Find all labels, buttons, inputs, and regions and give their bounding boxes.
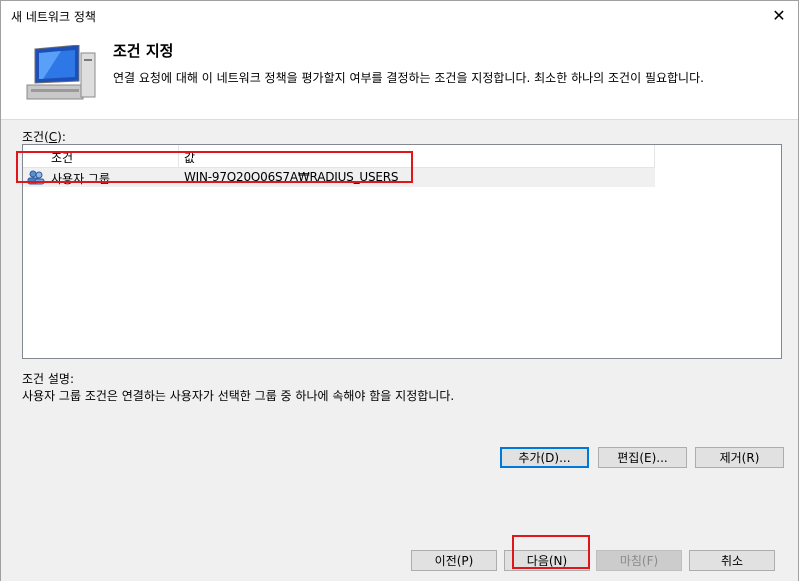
remove-button[interactable]: 제거(R)	[695, 447, 784, 468]
next-button[interactable]: 다음(N)	[504, 550, 590, 571]
close-icon[interactable]: ✕	[768, 5, 790, 27]
wizard-body: 조건(C): 조건 값 사용자 그룹 WIN-97Q20Q06S7A₩RADIU…	[1, 119, 798, 581]
finish-button: 마침(F)	[596, 550, 682, 571]
previous-button[interactable]: 이전(P)	[411, 550, 497, 571]
column-divider[interactable]	[654, 145, 655, 167]
column-divider[interactable]	[178, 145, 179, 167]
cancel-button[interactable]: 취소	[689, 550, 775, 571]
user-group-icon	[27, 170, 45, 185]
new-network-policy-dialog: 새 네트워크 정책 ✕ 조건 지정 연결 요청에 대해 이 네트워크 정책을 평…	[0, 0, 799, 581]
wizard-header: 조건 지정 연결 요청에 대해 이 네트워크 정책을 평가할지 여부를 결정하는…	[1, 31, 798, 119]
window-title: 새 네트워크 정책	[11, 10, 96, 24]
column-header-value[interactable]: 값	[184, 149, 195, 166]
conditions-list[interactable]: 조건 값 사용자 그룹 WIN-97Q20Q06S7A₩RADIUS_USERS	[22, 144, 782, 359]
network-policy-computer-icon	[26, 45, 96, 100]
row-condition-name: 사용자 그룹	[51, 172, 111, 186]
edit-button[interactable]: 편집(E)...	[598, 447, 687, 468]
page-description: 연결 요청에 대해 이 네트워크 정책을 평가할지 여부를 결정하는 조건을 지…	[113, 71, 704, 85]
condition-description-label: 조건 설명:	[22, 372, 75, 386]
condition-description-text: 사용자 그룹 조건은 연결하는 사용자가 선택한 그룹 중 하나에 속해야 함을…	[22, 389, 455, 403]
conditions-list-header: 조건 값	[23, 145, 655, 168]
conditions-label: 조건(C):	[22, 130, 66, 144]
column-header-condition[interactable]: 조건	[51, 149, 73, 166]
page-title: 조건 지정	[113, 42, 174, 60]
row-condition-value: WIN-97Q20Q06S7A₩RADIUS_USERS	[184, 170, 399, 184]
add-button[interactable]: 추가(D)...	[500, 447, 589, 468]
title-bar: 새 네트워크 정책 ✕	[1, 1, 798, 31]
condition-row[interactable]: 사용자 그룹 WIN-97Q20Q06S7A₩RADIUS_USERS	[23, 168, 655, 187]
